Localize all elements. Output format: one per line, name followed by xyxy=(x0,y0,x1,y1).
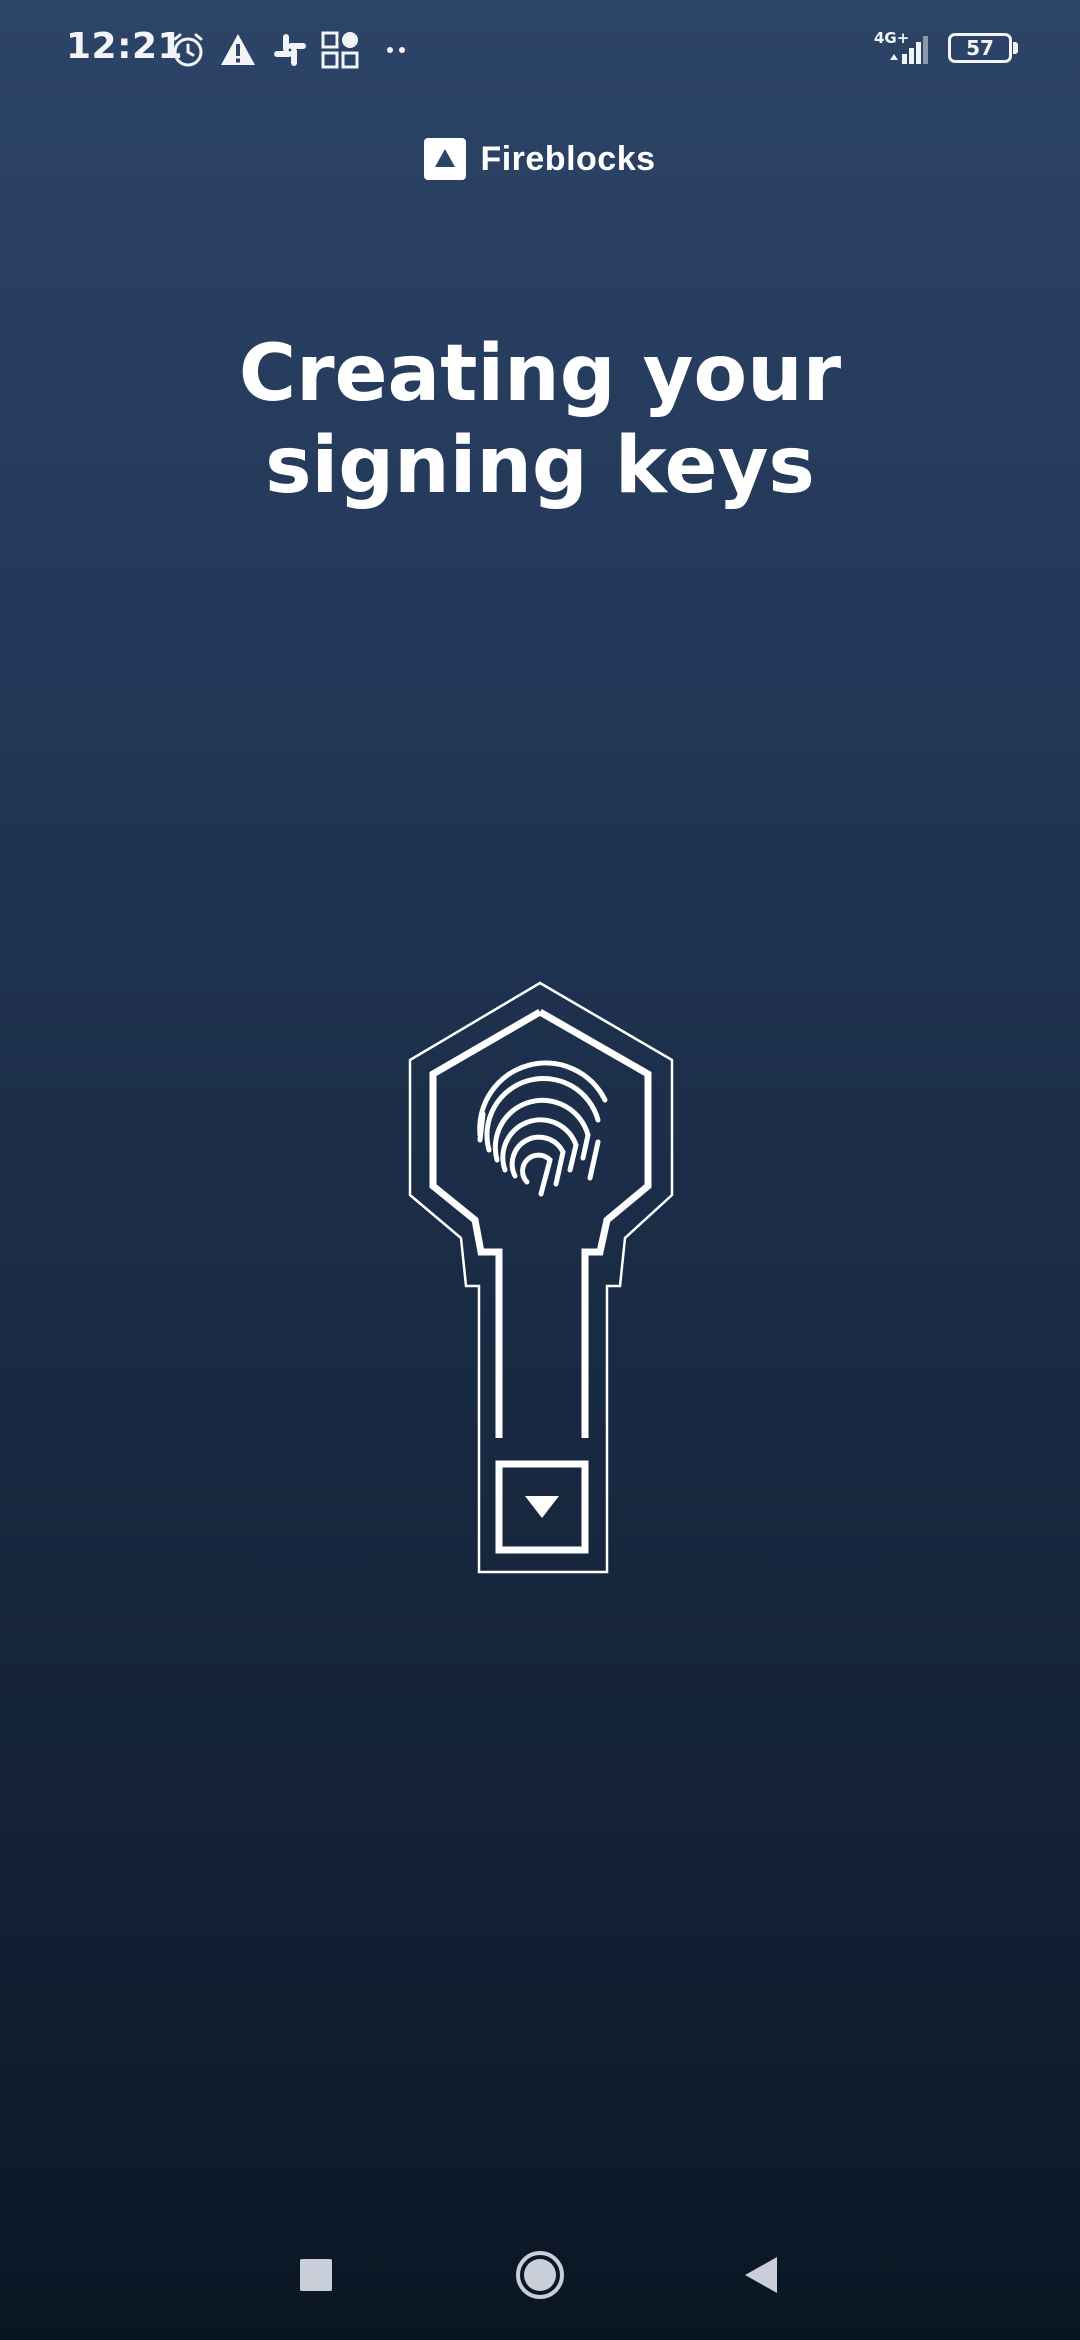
system-nav-bar xyxy=(0,2204,1080,2340)
title-line-2: signing keys xyxy=(265,421,815,511)
signal-icon xyxy=(890,30,934,66)
brand-name: Fireblocks xyxy=(480,139,656,178)
slack-icon xyxy=(270,30,310,70)
apps-icon xyxy=(320,30,360,70)
recents-icon[interactable] xyxy=(291,2250,341,2300)
more-dots-icon xyxy=(376,30,416,70)
brand-header: Fireblocks xyxy=(0,138,1080,180)
page-title: Creating your signing keys xyxy=(90,328,990,512)
home-icon[interactable] xyxy=(515,2250,565,2300)
key-fingerprint-icon xyxy=(400,980,680,1580)
battery-icon: 57 xyxy=(948,33,1012,63)
status-time: 12:21 xyxy=(66,26,184,67)
battery-cap xyxy=(1013,42,1018,54)
battery-level: 57 xyxy=(966,36,994,60)
status-bar: 12:21 4G+ 57 xyxy=(0,0,1080,100)
alarm-icon xyxy=(168,30,208,70)
fireblocks-logo-icon xyxy=(424,138,467,180)
warning-icon xyxy=(218,30,258,70)
back-icon[interactable] xyxy=(737,2250,787,2300)
title-line-1: Creating your xyxy=(238,329,842,419)
